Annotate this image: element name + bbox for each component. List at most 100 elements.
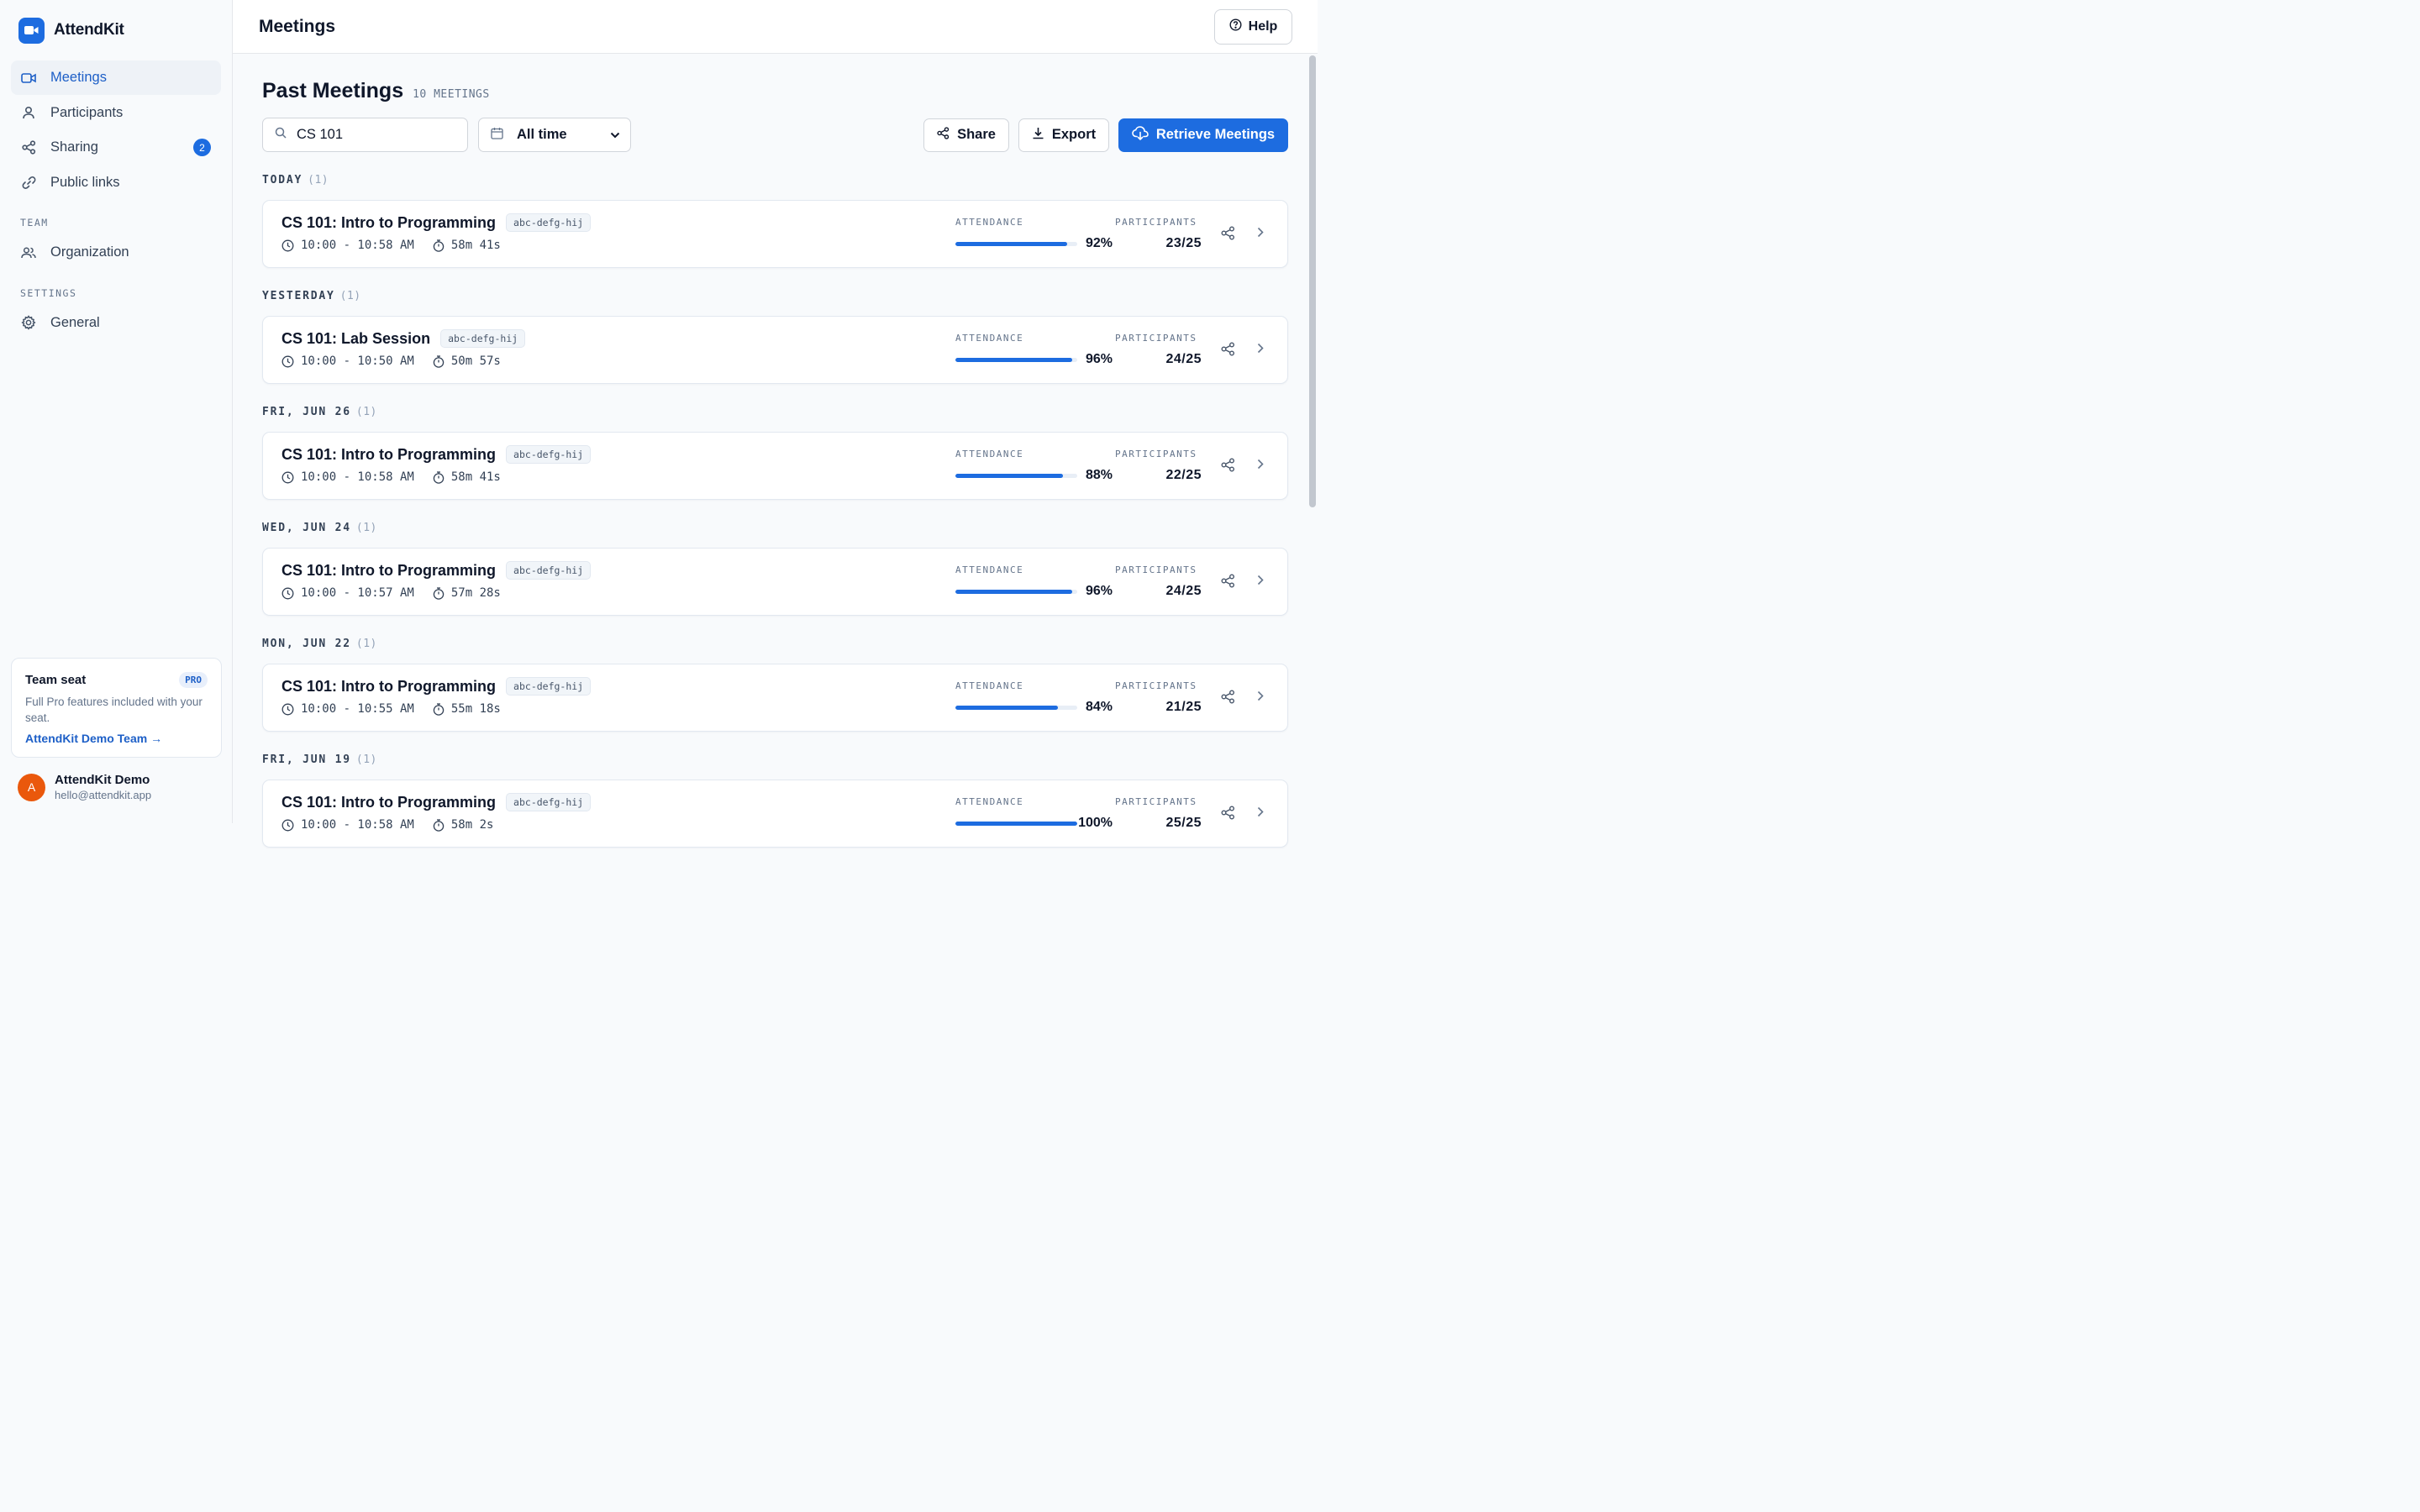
settings-section-label: SETTINGS [20, 286, 77, 299]
user-profile[interactable]: A AttendKit Demo hello@attendkit.app [18, 773, 151, 801]
retrieve-label: Retrieve Meetings [1155, 127, 1276, 142]
share-icon[interactable] [1221, 342, 1235, 360]
help-label: Help [1248, 18, 1278, 34]
participants-value: 24/25 [1165, 352, 1202, 366]
attendance-bar-fill [955, 822, 1077, 826]
chevron-right-icon[interactable] [1257, 459, 1264, 474]
participants-value: 25/25 [1165, 816, 1202, 830]
share-icon[interactable] [1221, 458, 1235, 476]
sharing-count-badge: 2 [193, 139, 211, 156]
attendance-bar [955, 822, 1077, 826]
clock-icon [281, 703, 294, 716]
group-date: YESTERDAY [262, 290, 335, 302]
sidebar-item-organization[interactable]: Organization [11, 235, 221, 270]
sidebar-item-meetings[interactable]: Meetings [11, 60, 221, 95]
meeting-code: abc-defg-hij [506, 561, 592, 580]
participants-label: PARTICIPANTS [1115, 333, 1197, 344]
group-date: TODAY [262, 174, 303, 186]
download-icon [1032, 127, 1044, 144]
brand[interactable]: AttendKit [0, 0, 232, 60]
sidebar-item-sharing[interactable]: Sharing 2 [11, 130, 221, 165]
help-button[interactable]: Help [1214, 8, 1292, 45]
team-link[interactable]: AttendKit Demo Team → [25, 732, 208, 745]
meeting-card[interactable]: CS 101: Intro to Programming abc-defg-hij… [262, 780, 1288, 848]
share-icon[interactable] [1221, 806, 1235, 824]
meeting-title: CS 101: Intro to Programming [281, 793, 497, 811]
attendance-bar-fill [955, 242, 1068, 246]
meeting-duration: 50m 57s [450, 354, 501, 368]
meeting-code: abc-defg-hij [506, 445, 592, 464]
share-icon[interactable] [1221, 690, 1235, 708]
meeting-time: 10:00 - 10:58 AM [301, 239, 414, 252]
participants-value: 24/25 [1165, 584, 1202, 598]
cloud-download-icon [1132, 125, 1149, 144]
share-icon[interactable] [1221, 226, 1235, 244]
sidebar-item-label: Public links [50, 174, 120, 190]
meeting-card[interactable]: CS 101: Intro to Programming abc-defg-hij… [262, 432, 1288, 500]
attendance-label: ATTENDANCE [955, 796, 1024, 807]
participants-label: PARTICIPANTS [1115, 217, 1197, 228]
meeting-card[interactable]: CS 101: Lab Session abc-defg-hij 10:00 - 1… [262, 316, 1288, 384]
search-input[interactable]: CS 101 [262, 118, 468, 152]
share-icon [937, 126, 950, 144]
chevron-right-icon[interactable] [1257, 227, 1264, 242]
meetings-section: Past Meetings 10 MEETINGS CS 101 All tim… [262, 54, 1288, 848]
sidebar-item-general[interactable]: General [11, 306, 221, 340]
group-date: FRI, JUN 26 [262, 406, 351, 418]
meeting-card[interactable]: CS 101: Intro to Programming abc-defg-hij… [262, 200, 1288, 268]
chevron-right-icon[interactable] [1257, 806, 1264, 822]
chevron-right-icon[interactable] [1257, 690, 1264, 706]
export-button[interactable]: Export [1018, 118, 1109, 152]
topbar: Meetings Help [233, 0, 1318, 54]
toolbar: CS 101 All time Share Export Retrieve Me… [262, 118, 1288, 152]
retrieve-meetings-button[interactable]: Retrieve Meetings [1118, 118, 1288, 152]
sidebar-item-public-links[interactable]: Public links [11, 165, 221, 200]
scrollbar[interactable] [1309, 55, 1316, 507]
attendance-bar [955, 358, 1077, 362]
pro-badge: PRO [179, 672, 208, 688]
clock-icon [281, 471, 294, 484]
user-email: hello@attendkit.app [55, 789, 152, 801]
sidebar-item-participants[interactable]: Participants [11, 96, 221, 130]
meeting-time: 10:00 - 10:58 AM [301, 470, 414, 484]
date-group-label: FRI, JUN 19 (1) [262, 753, 1288, 770]
group-count: (1) [339, 290, 361, 302]
main-nav: Meetings Participants Sharing 2 Public l… [0, 60, 232, 200]
main-content: Meetings Help Past Meetings 10 MEETINGS … [233, 0, 1318, 848]
meeting-card[interactable]: CS 101: Intro to Programming abc-defg-hij… [262, 548, 1288, 616]
sidebar-item-label: Participants [50, 104, 124, 120]
seat-title: Team seat [25, 673, 87, 687]
chevron-right-icon[interactable] [1257, 575, 1264, 590]
avatar: A [18, 773, 45, 801]
attendance-value: 96% [1085, 352, 1113, 366]
clock-icon [281, 355, 294, 368]
attendance-label: ATTENDANCE [955, 217, 1024, 228]
attendance-bar-fill [955, 590, 1073, 594]
meeting-title: CS 101: Intro to Programming [281, 561, 497, 579]
share-icon[interactable] [1221, 574, 1235, 592]
share-icon [21, 140, 36, 155]
group-count: (1) [355, 406, 377, 418]
meeting-duration: 58m 41s [450, 239, 501, 252]
share-button[interactable]: Share [923, 118, 1009, 152]
user-icon [21, 105, 36, 120]
participants-value: 23/25 [1165, 236, 1202, 250]
seat-description: Full Pro features included with your sea… [25, 696, 203, 724]
attendance-value: 96% [1085, 584, 1113, 598]
clock-icon [281, 819, 294, 832]
chevron-right-icon[interactable] [1257, 343, 1264, 358]
sidebar: AttendKit Meetings Participants Sharing [0, 0, 233, 823]
attendance-bar-fill [955, 358, 1073, 362]
group-date: WED, JUN 24 [262, 522, 351, 534]
participants-label: PARTICIPANTS [1115, 796, 1197, 807]
meeting-code: abc-defg-hij [506, 793, 592, 811]
participants-label: PARTICIPANTS [1115, 680, 1197, 691]
date-range-select[interactable]: All time [478, 118, 631, 152]
participants-label: PARTICIPANTS [1115, 564, 1197, 575]
meeting-card[interactable]: CS 101: Intro to Programming abc-defg-hij… [262, 664, 1288, 732]
participants-value: 22/25 [1165, 468, 1202, 482]
calendar-icon [491, 127, 503, 144]
meeting-code: abc-defg-hij [506, 677, 592, 696]
meeting-title: CS 101: Lab Session [281, 329, 431, 347]
link-icon [21, 175, 36, 190]
